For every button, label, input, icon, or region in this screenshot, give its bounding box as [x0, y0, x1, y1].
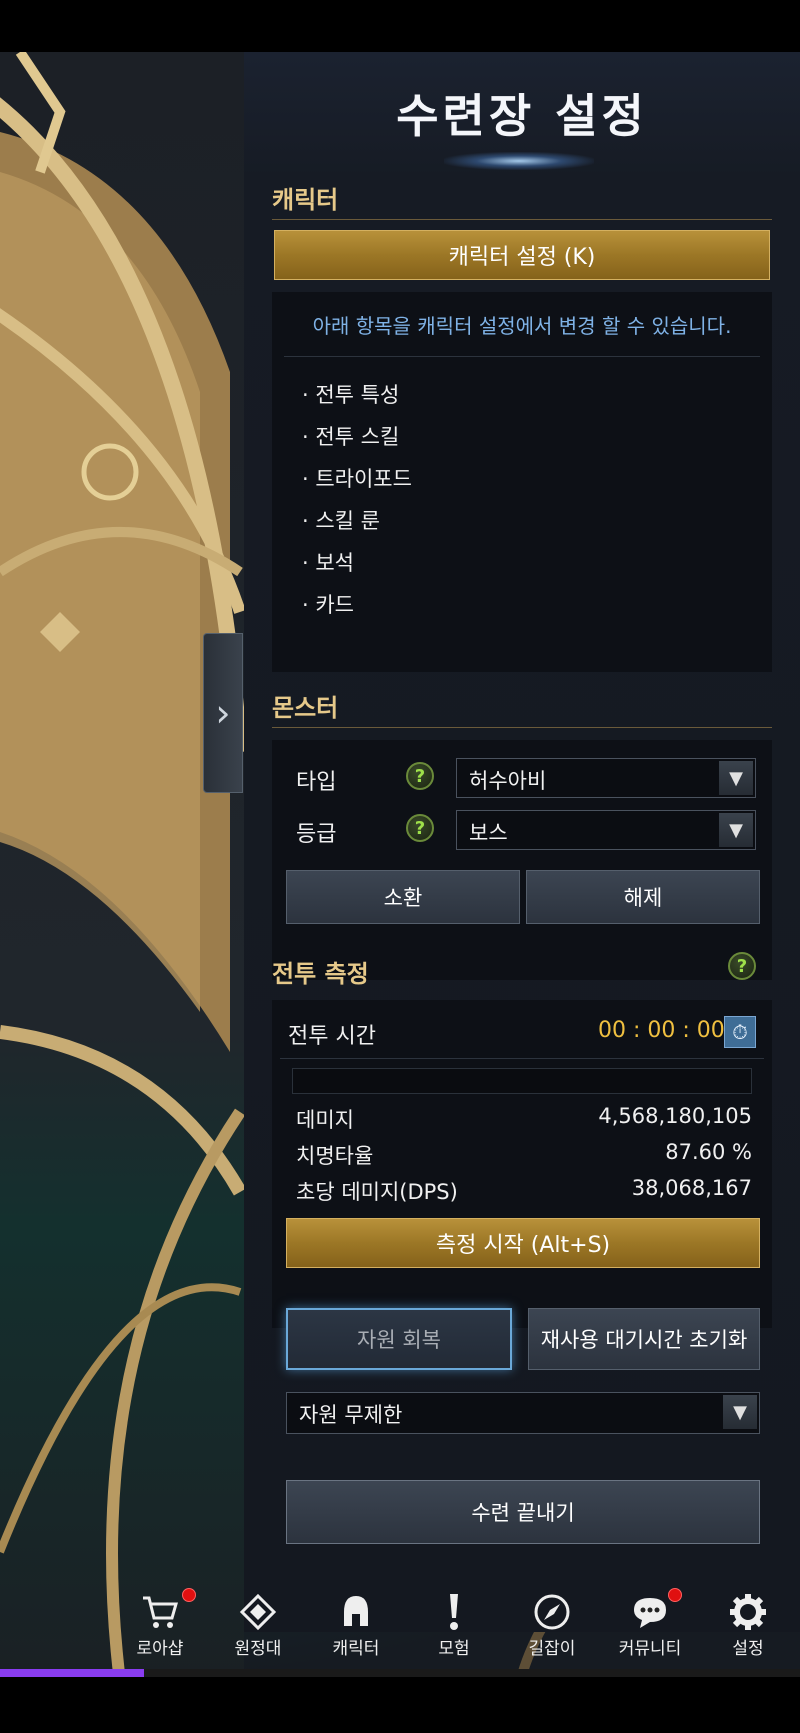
- character-info-note: 아래 항목을 캐릭터 설정에서 변경 할 수 있습니다.: [312, 314, 732, 338]
- monster-type-label: 타입: [296, 770, 337, 795]
- nav-item-settings[interactable]: 설정: [708, 1592, 788, 1664]
- list-item: · 트라이포드: [302, 467, 412, 491]
- monster-grade-value: 보스: [469, 821, 508, 845]
- divider: [280, 1058, 764, 1059]
- damage-label: 데미지: [296, 1108, 354, 1132]
- monster-type-value: 허수아비: [469, 769, 547, 793]
- divider: [284, 356, 760, 357]
- combat-time-label: 전투 시간: [288, 1024, 376, 1049]
- nav-label: 모험: [438, 1639, 470, 1659]
- chevron-down-icon: ▼: [719, 761, 753, 795]
- list-item: · 전투 특성: [302, 383, 400, 407]
- combat-progress-bar: [292, 1068, 752, 1094]
- nav-item-community[interactable]: 커뮤니티: [610, 1588, 690, 1664]
- training-settings-panel: 수련장 설정 캐릭터 캐릭터 설정 (K) 아래 항목을 캐릭터 설정에서 변경…: [244, 52, 800, 1632]
- compass-icon: [532, 1592, 572, 1632]
- help-icon[interactable]: ?: [406, 814, 434, 842]
- stopwatch-icon[interactable]: ⏱: [724, 1016, 756, 1048]
- section-combat-title: 전투 측정: [272, 960, 369, 988]
- character-info-list: · 전투 특성 · 전투 스킬 · 트라이포드 · 스킬 룬 · 보석 · 카드: [302, 374, 412, 626]
- list-item: · 보석: [302, 551, 354, 575]
- nav-item-character[interactable]: 캐릭터: [316, 1592, 396, 1664]
- cooldown-reset-button[interactable]: 재사용 대기시간 초기화: [528, 1308, 760, 1370]
- nav-item-loa-shop[interactable]: 로아샵: [120, 1588, 200, 1664]
- monster-type-select[interactable]: 허수아비 ▼: [456, 758, 756, 798]
- resource-recover-button[interactable]: 자원 회복: [286, 1308, 512, 1370]
- summon-button[interactable]: 소환: [286, 870, 520, 924]
- nav-label: 설정: [732, 1639, 764, 1659]
- resource-mode-value: 자원 무제한: [299, 1403, 403, 1427]
- dps-label: 초당 데미지(DPS): [296, 1180, 458, 1204]
- crit-rate-value: 87.60 %: [665, 1140, 752, 1164]
- panel-collapse-handle[interactable]: ›: [203, 633, 243, 793]
- character-settings-button[interactable]: 캐릭터 설정 (K): [274, 230, 770, 280]
- nav-item-guide[interactable]: 길잡이: [512, 1592, 592, 1664]
- panel-title: 수련장 설정: [396, 89, 648, 143]
- background-art-left: [0, 52, 244, 1682]
- release-button[interactable]: 해제: [526, 870, 760, 924]
- notification-badge: [182, 1588, 196, 1602]
- helmet-icon: [336, 1592, 376, 1632]
- nav-label: 길잡이: [528, 1639, 576, 1659]
- bottom-progress-fill: [0, 1669, 144, 1677]
- dps-value: 38,068,167: [631, 1176, 752, 1200]
- nav-label: 원정대: [234, 1639, 282, 1659]
- help-icon[interactable]: ?: [728, 952, 756, 980]
- resource-mode-select[interactable]: 자원 무제한 ▼: [286, 1392, 760, 1434]
- end-training-button[interactable]: 수련 끝내기: [286, 1480, 760, 1544]
- list-item: · 스킬 룬: [302, 509, 380, 533]
- nav-label: 커뮤니티: [618, 1639, 682, 1659]
- expedition-icon: [238, 1592, 278, 1632]
- chevron-right-icon: ›: [215, 691, 231, 735]
- nav-item-expedition[interactable]: 원정대: [218, 1592, 298, 1664]
- nav-label: 로아샵: [136, 1639, 184, 1659]
- list-item: · 전투 스킬: [302, 425, 400, 449]
- monster-grade-label: 등급: [296, 822, 337, 847]
- character-info-box: 아래 항목을 캐릭터 설정에서 변경 할 수 있습니다. · 전투 특성 · 전…: [272, 292, 772, 672]
- chevron-down-icon: ▼: [719, 813, 753, 847]
- notification-badge: [668, 1588, 682, 1602]
- nav-item-adventure[interactable]: 모험: [414, 1592, 494, 1664]
- chat-icon: [630, 1592, 670, 1632]
- title-glow: [444, 152, 594, 170]
- top-black-bar: [0, 0, 800, 52]
- list-item: · 카드: [302, 593, 354, 617]
- exclamation-icon: [434, 1592, 474, 1632]
- section-monster-title: 몬스터: [272, 684, 772, 728]
- section-character-title: 캐릭터: [272, 176, 772, 220]
- monster-grade-select[interactable]: 보스 ▼: [456, 810, 756, 850]
- gear-icon: [728, 1592, 768, 1632]
- chevron-down-icon: ▼: [723, 1395, 757, 1429]
- bottom-black-bar: [0, 1677, 800, 1733]
- cart-icon: [140, 1592, 180, 1632]
- crit-rate-label: 치명타율: [296, 1144, 374, 1168]
- combat-time-value: 00 : 00 : 00: [598, 1018, 725, 1043]
- start-measure-button[interactable]: 측정 시작 (Alt+S): [286, 1218, 760, 1268]
- help-icon[interactable]: ?: [406, 762, 434, 790]
- nav-label: 캐릭터: [332, 1639, 380, 1659]
- damage-value: 4,568,180,105: [598, 1104, 752, 1128]
